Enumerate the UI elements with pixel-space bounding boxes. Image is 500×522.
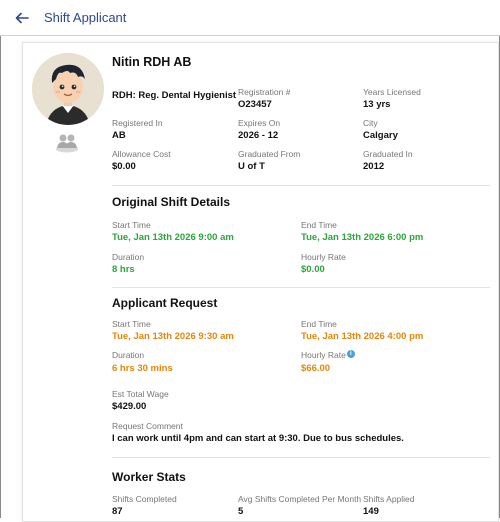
applicant-name: Nitin RDH AB: [112, 55, 192, 69]
original-rate-value: $0.00: [301, 264, 325, 275]
request-end-value: Tue, Jan 13th 2026 4:00 pm: [301, 331, 424, 342]
applicant-role: RDH: Reg. Dental Hygienist: [112, 90, 237, 101]
original-duration-label: Duration: [112, 252, 145, 262]
shifts-applied-label: Shifts Applied: [363, 494, 415, 504]
city-label: City: [363, 118, 378, 128]
expires-on-label: Expires On: [238, 118, 281, 128]
graduated-in-label: Graduated In: [363, 149, 413, 159]
registration-value: O23457: [238, 99, 272, 110]
graduated-in-value: 2012: [363, 161, 385, 172]
shifts-applied-value: 149: [363, 506, 379, 517]
request-rate-value: $66.00: [301, 363, 331, 374]
allowance-cost-value: $0.00: [112, 161, 136, 172]
request-rate-label: Hourly Rate: [301, 350, 346, 360]
divider: [112, 287, 490, 288]
years-licensed-label: Years Licensed: [363, 87, 421, 97]
expires-on-value: 2026 - 12: [238, 130, 279, 141]
request-duration-value: 6 hrs 30 mins: [112, 363, 173, 374]
original-duration-value: 8 hrs: [112, 264, 135, 275]
people-group-icon[interactable]: [54, 131, 80, 153]
request-start-value: Tue, Jan 13th 2026 9:30 am: [112, 331, 234, 342]
est-wage-value: $429.00: [112, 401, 147, 412]
request-start-label: Start Time: [112, 319, 151, 329]
shifts-completed-value: 87: [112, 506, 123, 517]
request-rate-label-group: Hourly Rate i: [301, 350, 355, 360]
info-icon[interactable]: i: [346, 350, 355, 358]
registered-in-value: AB: [112, 130, 126, 141]
registered-in-label: Registered In: [112, 118, 163, 128]
page-title: Shift Applicant: [44, 10, 127, 25]
original-end-value: Tue, Jan 13th 2026 6:00 pm: [301, 232, 424, 243]
original-rate-label: Hourly Rate: [301, 252, 346, 262]
avg-shifts-label: Avg Shifts Completed Per Month: [238, 494, 362, 504]
top-bar: Shift Applicant: [0, 0, 500, 36]
original-shift-title: Original Shift Details: [112, 195, 231, 209]
content-area: Nitin RDH AB RDH: Reg. Dental Hygienist …: [0, 36, 500, 522]
years-licensed-value: 13 yrs: [363, 99, 391, 110]
back-arrow-icon[interactable]: [14, 10, 30, 26]
est-wage-label: Est Total Wage: [112, 389, 169, 399]
applicant-card: Nitin RDH AB RDH: Reg. Dental Hygienist …: [22, 42, 499, 522]
request-duration-label: Duration: [112, 350, 145, 360]
registration-label: Registration #: [238, 87, 291, 97]
allowance-cost-label: Allowance Cost: [112, 149, 171, 159]
original-start-value: Tue, Jan 13th 2026 9:00 am: [112, 232, 234, 243]
request-comment-value: I can work until 4pm and can start at 9:…: [112, 433, 404, 444]
shifts-completed-label: Shifts Completed: [112, 494, 177, 504]
applicant-request-title: Applicant Request: [112, 296, 218, 310]
request-comment-label: Request Comment: [112, 421, 183, 431]
original-end-label: End Time: [301, 220, 337, 230]
request-end-label: End Time: [301, 319, 337, 329]
divider: [112, 185, 490, 186]
avatar: [32, 53, 104, 125]
original-start-label: Start Time: [112, 220, 151, 230]
graduated-from-label: Graduated From: [238, 149, 301, 159]
city-value: Calgary: [363, 130, 398, 141]
avg-shifts-value: 5: [238, 506, 244, 517]
graduated-from-value: U of T: [238, 161, 265, 172]
worker-stats-title: Worker Stats: [112, 470, 186, 484]
divider: [112, 457, 490, 458]
